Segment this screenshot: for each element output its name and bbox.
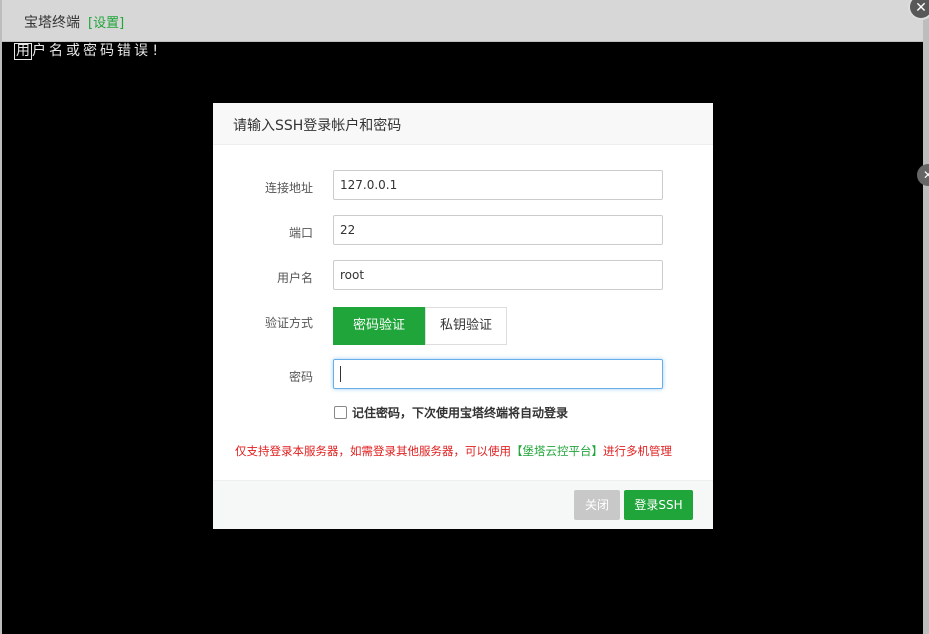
notice-before: 仅支持登录本服务器，如需登录其他服务器，可以使用 xyxy=(235,444,511,458)
window-title: 宝塔终端 xyxy=(24,15,80,31)
login-ssh-button[interactable]: 登录SSH xyxy=(624,490,693,520)
terminal-error-text: 户名或密码错误! xyxy=(32,43,163,59)
remember-checkbox[interactable] xyxy=(334,406,347,419)
auth-method-label: 验证方式 xyxy=(264,316,313,330)
remember-password-row[interactable]: 记住密码，下次使用宝塔终端将自动登录 xyxy=(334,404,568,421)
remember-label: 记住密码，下次使用宝塔终端将自动登录 xyxy=(352,406,569,420)
username-label: 用户名 xyxy=(276,271,313,285)
port-label: 端口 xyxy=(288,226,313,240)
dialog-footer: 关闭 登录SSH xyxy=(213,480,713,529)
dialog-title: 请输入SSH登录帐户和密码 xyxy=(213,103,713,145)
username-input[interactable]: root xyxy=(333,260,663,290)
terminal-cursor-char: 用 xyxy=(14,43,32,60)
notice-text: 仅支持登录本服务器，如需登录其他服务器，可以使用【堡塔云控平台】进行多机管理 xyxy=(235,443,672,459)
password-auth-button[interactable]: 密码验证 xyxy=(333,307,425,345)
port-input[interactable]: 22 xyxy=(333,215,663,245)
settings-link[interactable]: [设置] xyxy=(88,12,124,31)
ssh-login-dialog: 请输入SSH登录帐户和密码 连接地址 127.0.0.1 端口 22 用户名 r… xyxy=(213,103,713,529)
close-button[interactable]: 关闭 xyxy=(574,490,620,520)
window-header: 宝塔终端 [设置] xyxy=(2,0,923,42)
background-panel-edge xyxy=(923,0,929,634)
password-label: 密码 xyxy=(288,370,313,384)
notice-after: 进行多机管理 xyxy=(603,444,672,458)
password-input[interactable] xyxy=(333,359,663,389)
cloud-control-link[interactable]: 【堡塔云控平台】 xyxy=(511,444,603,458)
text-caret xyxy=(340,365,341,382)
host-label: 连接地址 xyxy=(264,181,313,195)
key-auth-button[interactable]: 私钥验证 xyxy=(425,307,507,345)
host-input[interactable]: 127.0.0.1 xyxy=(333,170,663,200)
terminal-output: 用户名或密码错误! xyxy=(14,40,162,60)
